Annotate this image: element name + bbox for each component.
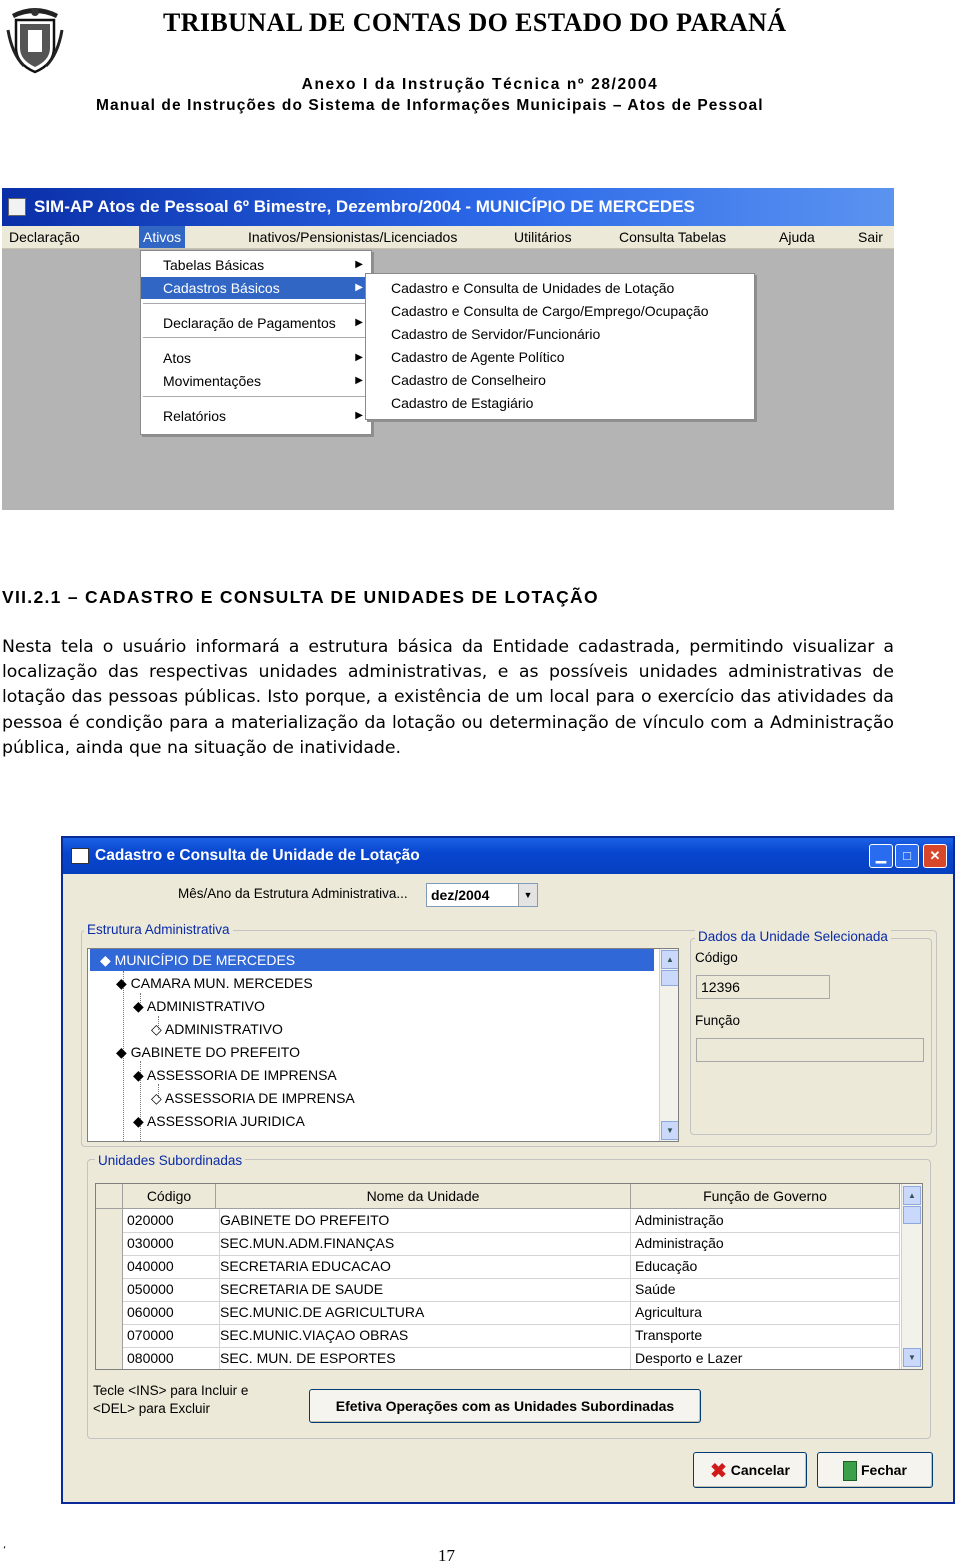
scroll-down-icon[interactable]: ▼ [661, 1121, 678, 1140]
menu-declaracao[interactable]: Declaração [9, 229, 80, 245]
dialog-titlebar: Cadastro e Consulta de Unidade de Lotaçã… [63, 838, 953, 874]
submenu-arrow-icon: ▶ [355, 410, 363, 421]
scroll-up-icon[interactable]: ▲ [903, 1186, 921, 1205]
keyboard-hint: Tecle <INS> para Incluir e <DEL> para Ex… [93, 1383, 249, 1416]
menu-separator [143, 396, 369, 398]
scroll-up-icon[interactable]: ▲ [661, 950, 678, 969]
menu-item-declaracao-pagamentos[interactable]: Declaração de Pagamentos ▶ [141, 312, 371, 334]
menu-ativos[interactable]: Ativos [139, 226, 186, 248]
menu-item-estagiario[interactable]: Cadastro de Estagiário [391, 392, 533, 414]
cancel-x-icon: ✖ [710, 1460, 727, 1483]
selected-unit-group [690, 938, 932, 1135]
app-title: SIM-AP Atos de Pessoal 6º Bimestre, Deze… [34, 197, 695, 216]
page-number: 17 [438, 1546, 455, 1565]
maximize-icon[interactable]: □ [895, 844, 919, 868]
submenu-arrow-icon: ▶ [355, 282, 363, 293]
submenu-arrow-icon: ▶ [355, 259, 363, 270]
menu-item-movimentacoes[interactable]: Movimentações ▶ [141, 370, 371, 392]
exit-door-icon [843, 1461, 858, 1482]
minimize-icon[interactable]: ▁ [869, 844, 893, 868]
menu-item-cadastros-basicos[interactable]: Cadastros Básicos ▶ [141, 277, 371, 299]
close-button[interactable]: Fechar [817, 1452, 933, 1488]
app-menubar: Declaração Ativos Inativos/Pensionistas/… [2, 226, 894, 249]
apply-subunits-button[interactable]: Efetiva Operações com as Unidades Subord… [309, 1389, 701, 1423]
codigo-label: Código [695, 950, 738, 965]
ativos-dropdown: Tabelas Básicas ▶ Cadastros Básicos ▶ Decl… [140, 250, 372, 435]
menu-separator [143, 303, 369, 305]
window-icon [71, 848, 89, 864]
selected-unit-label: Dados da Unidade Selecionada [695, 929, 891, 944]
tree-node[interactable]: ◇ ADMINISTRATIVO [151, 1018, 283, 1040]
tree-node[interactable]: ◆ MUNICÍPIO DE MERCEDES [90, 949, 654, 971]
scroll-down-icon[interactable]: ▼ [903, 1348, 921, 1367]
section-paragraph: Nesta tela o usuário informará a estrutu… [2, 637, 894, 758]
menu-inativos[interactable]: Inativos/Pensionistas/Licenciados [248, 229, 457, 245]
grid-header-nome[interactable]: Nome da Unidade [216, 1184, 631, 1209]
grid-scrollbar[interactable]: ▲ ▼ [901, 1184, 922, 1369]
funcao-label: Função [695, 1013, 741, 1028]
app-titlebar: SIM-AP Atos de Pessoal 6º Bimestre, Deze… [2, 188, 894, 226]
dialog-title: Cadastro e Consulta de Unidade de Lotaçã… [95, 847, 420, 864]
menu-item-relatorios[interactable]: Relatórios ▶ [141, 405, 371, 427]
period-value: dez/2004 [431, 887, 490, 903]
menu-item-servidor[interactable]: Cadastro de Servidor/Funcionário [391, 323, 600, 345]
menu-utilitarios[interactable]: Utilitários [514, 229, 572, 245]
menu-consulta-tabelas[interactable]: Consulta Tabelas [619, 229, 726, 245]
submenu-arrow-icon: ▶ [355, 375, 363, 386]
tree-node[interactable]: ◆ GABINETE DO PREFEITO [116, 1041, 300, 1063]
grid-header-funcao[interactable]: Função de Governo [631, 1184, 900, 1209]
institution-title: TRIBUNAL DE CONTAS DO ESTADO DO PARANÁ [163, 8, 787, 37]
tree-node[interactable]: ◇ ASSESSORIA DE IMPRENSA [151, 1087, 355, 1109]
menu-item-cargo-emprego[interactable]: Cadastro e Consulta de Cargo/Emprego/Ocu… [391, 300, 709, 322]
app-icon [8, 198, 26, 216]
tree-node[interactable]: ◆ ASSESSORIA JURIDICA [133, 1110, 305, 1132]
sub-units-label: Unidades Subordinadas [95, 1153, 246, 1168]
cadastros-basicos-submenu: Cadastro e Consulta de Unidades de Lotaç… [365, 273, 755, 420]
period-select[interactable]: dez/2004 ▼ [426, 883, 538, 907]
scroll-thumb[interactable] [903, 1206, 921, 1224]
codigo-field: 12396 [696, 975, 830, 999]
tree-scrollbar[interactable]: ▲ ▼ [659, 949, 678, 1141]
menu-ajuda[interactable]: Ajuda [779, 229, 815, 245]
menu-item-unidades-lotacao[interactable]: Cadastro e Consulta de Unidades de Lotaç… [391, 277, 674, 299]
sub-units-grid[interactable]: Código Nome da Unidade Função de Governo… [95, 1183, 923, 1370]
menu-item-tabelas-basicas[interactable]: Tabelas Básicas ▶ [141, 254, 371, 276]
menu-item-agente-politico[interactable]: Cadastro de Agente Político [391, 346, 565, 368]
grid-header-codigo[interactable]: Código [123, 1184, 216, 1209]
period-label: Mês/Ano da Estrutura Administrativa... [178, 886, 408, 901]
menu-separator [143, 337, 369, 339]
tree-node[interactable]: ◆ ASSESSORIA DE IMPRENSA [133, 1064, 337, 1086]
submenu-arrow-icon: ▶ [355, 317, 363, 328]
menu-item-atos[interactable]: Atos ▶ [141, 347, 371, 369]
menu-item-conselheiro[interactable]: Cadastro de Conselheiro [391, 369, 546, 391]
estrutura-tree[interactable]: ◆ MUNICÍPIO DE MERCEDES ◆ CAMARA MUN. ME… [87, 948, 679, 1142]
sim-ap-menu-screenshot: SIM-AP Atos de Pessoal 6º Bimestre, Deze… [2, 188, 894, 510]
cancel-button[interactable]: ✖ Cancelar [693, 1452, 807, 1488]
menu-sair[interactable]: Sair [858, 229, 883, 245]
scroll-thumb[interactable] [661, 970, 678, 986]
close-icon[interactable]: ✕ [923, 844, 947, 868]
tree-node[interactable]: ◆ ADMINISTRATIVO [133, 995, 265, 1017]
funcao-field [696, 1038, 924, 1062]
coat-of-arms-logo [6, 8, 64, 74]
chevron-down-icon[interactable]: ▼ [518, 884, 537, 906]
tree-node[interactable]: ◆ CAMARA MUN. MERCEDES [116, 972, 313, 994]
submenu-arrow-icon: ▶ [355, 352, 363, 363]
document-subtitle: Anexo I da Instrução Técnica nº 28/2004 [301, 76, 659, 93]
estrutura-label: Estrutura Administrativa [84, 922, 233, 937]
unidade-lotacao-dialog: Cadastro e Consulta de Unidade de Lotaçã… [61, 836, 955, 1504]
manual-subtitle: Manual de Instruções do Sistema de Infor… [96, 97, 764, 114]
section-title: VII.2.1 – CADASTRO E CONSULTA DE UNIDADE… [2, 587, 599, 607]
footer-mark: ‘ [3, 1545, 7, 1556]
